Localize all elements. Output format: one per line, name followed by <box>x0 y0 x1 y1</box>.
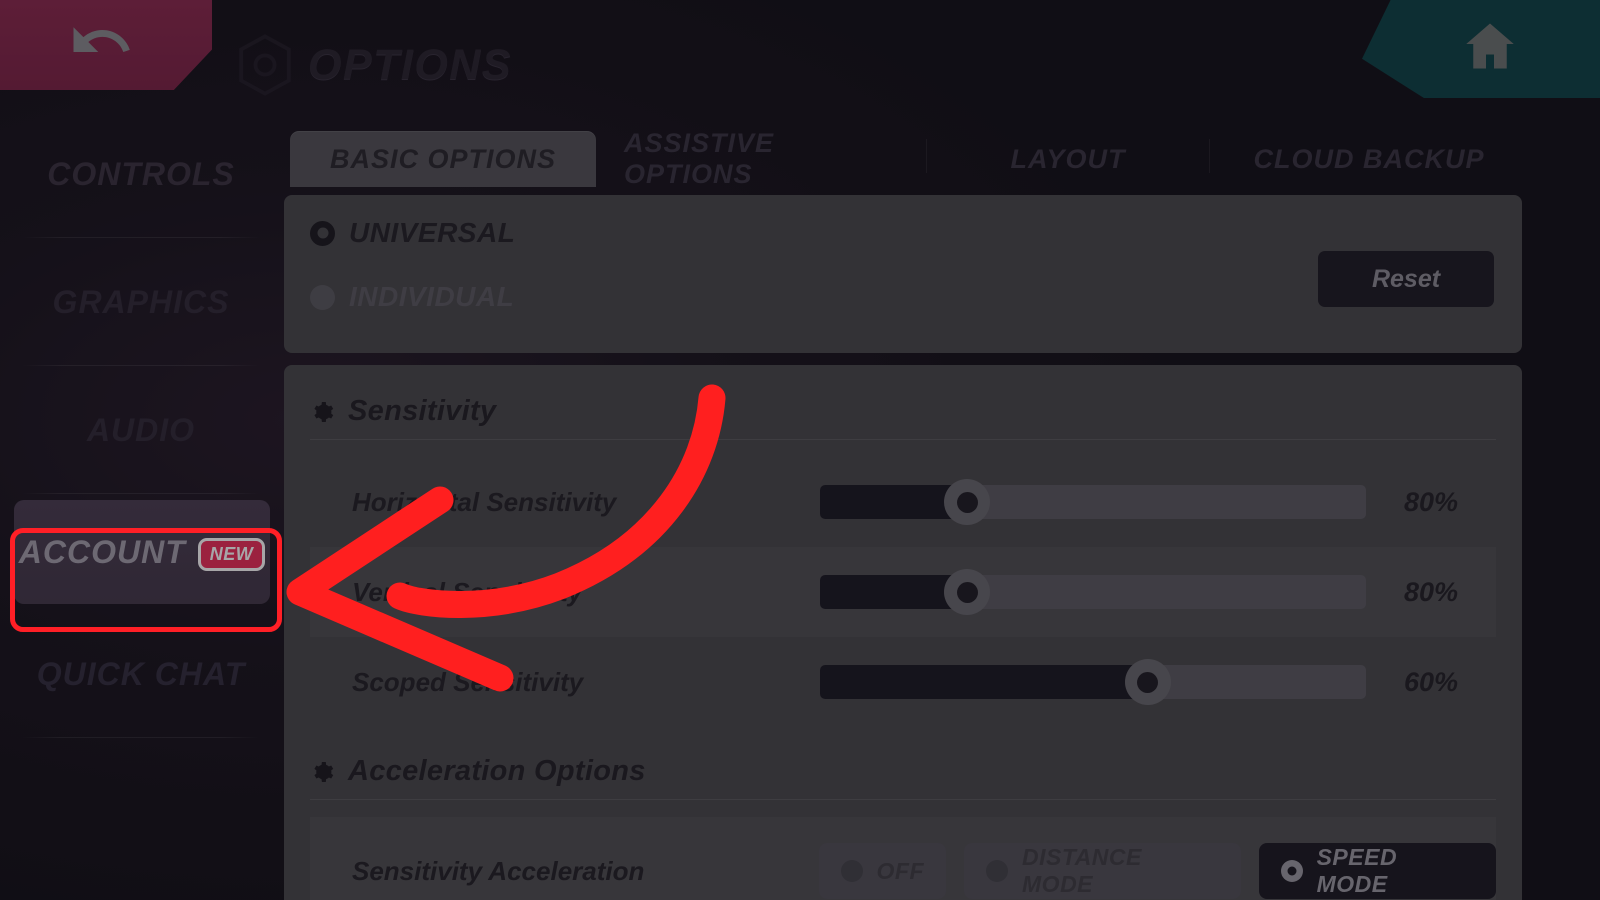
sensitivity-heading: Sensitivity <box>310 395 496 428</box>
horizontal-sensitivity-slider[interactable] <box>820 479 1366 525</box>
radio-label: INDIVIDUAL <box>349 281 515 312</box>
sensitivity-panel: Sensitivity Horizontal Sensitivity 80% V… <box>284 365 1522 900</box>
top-bar: OPTIONS <box>0 0 1600 100</box>
section-rule <box>310 799 1496 800</box>
slider-fill <box>820 485 962 519</box>
tab-label: LAYOUT <box>1010 143 1126 174</box>
sensitivity-mode-panel: UNIVERSAL INDIVIDUAL Reset <box>284 195 1522 353</box>
page-title: OPTIONS <box>308 40 513 89</box>
slider-fill <box>820 575 962 609</box>
acceleration-option-speed-mode[interactable]: SPEED MODE <box>1258 843 1496 899</box>
option-label: DISTANCE MODE <box>1022 844 1142 897</box>
acceleration-label: Sensitivity Acceleration <box>352 855 645 886</box>
section-rule <box>310 439 1496 440</box>
tab-bar: BASIC OPTIONS ASSISTIVE OPTIONS LAYOUT C… <box>290 125 1528 189</box>
game-options-screen: OPTIONS CONTROLS GRAPHICS AUDIO ACCOUNT … <box>0 0 1600 900</box>
slider-value: 80% <box>1404 576 1459 607</box>
hex-gear-icon <box>236 34 294 96</box>
reset-button[interactable]: Reset <box>1318 251 1494 307</box>
option-label: SPEED MODE <box>1316 844 1398 897</box>
radio-off-icon <box>986 860 1009 882</box>
slider-fill <box>820 665 1143 699</box>
slider-thumb[interactable] <box>944 479 991 525</box>
gear-icon <box>314 401 334 422</box>
new-badge: NEW <box>197 537 266 571</box>
slider-label: Horizontal Sensitivity <box>352 486 617 517</box>
slider-thumb[interactable] <box>944 569 991 615</box>
section-title: Acceleration Options <box>348 755 646 787</box>
acceleration-option-distance-mode[interactable]: DISTANCE MODE <box>964 843 1241 899</box>
tab-label: CLOUD BACKUP <box>1253 143 1485 174</box>
acceleration-option-off[interactable]: OFF <box>818 843 947 899</box>
sidebar-item-graphics[interactable]: GRAPHICS <box>0 238 282 366</box>
sidebar-item-label: GRAPHICS <box>52 283 230 320</box>
sidebar-item-label: AUDIO <box>86 411 196 448</box>
slider-label: Vertical Sensitivity <box>352 576 583 607</box>
acceleration-options: OFF DISTANCE MODE SPEED MODE <box>818 843 1496 899</box>
slider-value: 60% <box>1404 666 1459 697</box>
section-title: Sensitivity <box>348 395 497 427</box>
radio-on-icon <box>310 220 335 246</box>
acceleration-heading: Acceleration Options <box>310 755 646 788</box>
vertical-sensitivity-slider[interactable] <box>820 569 1366 615</box>
home-icon <box>1466 23 1514 69</box>
radio-label: UNIVERSAL <box>349 217 516 248</box>
slider-value: 80% <box>1404 486 1459 517</box>
slider-label: Scoped Sensitivity <box>352 666 584 697</box>
scoped-sensitivity-slider[interactable] <box>820 659 1366 705</box>
slider-row-scoped: Scoped Sensitivity 60% <box>310 637 1496 727</box>
slider-row-vertical: Vertical Sensitivity 80% <box>310 547 1496 637</box>
tab-cloud-backup[interactable]: CLOUD BACKUP <box>1210 131 1528 187</box>
sidebar-item-label: CONTROLS <box>47 155 235 192</box>
tab-label: BASIC OPTIONS <box>329 143 557 174</box>
radio-individual[interactable]: INDIVIDUAL <box>310 281 514 313</box>
tab-basic-options[interactable]: BASIC OPTIONS <box>290 131 596 187</box>
page-title-group: OPTIONS <box>236 34 512 96</box>
gear-icon <box>314 761 334 782</box>
options-content: BASIC OPTIONS ASSISTIVE OPTIONS LAYOUT C… <box>282 110 1600 900</box>
tab-assistive-options[interactable]: ASSISTIVE OPTIONS <box>596 128 926 189</box>
sidebar: CONTROLS GRAPHICS AUDIO ACCOUNT NEW QUIC… <box>0 110 282 900</box>
slider-thumb[interactable] <box>1124 659 1171 705</box>
radio-off-icon <box>840 860 863 882</box>
sidebar-item-audio[interactable]: AUDIO <box>0 366 282 494</box>
reset-label: Reset <box>1371 264 1441 293</box>
radio-universal[interactable]: UNIVERSAL <box>310 217 515 249</box>
tab-layout[interactable]: LAYOUT <box>927 131 1209 187</box>
back-button[interactable] <box>0 0 212 90</box>
slider-row-horizontal: Horizontal Sensitivity 80% <box>310 457 1496 547</box>
sidebar-item-quick-chat[interactable]: QUICK CHAT <box>0 610 282 738</box>
sidebar-item-label: QUICK CHAT <box>36 655 246 692</box>
home-button[interactable] <box>1362 0 1600 98</box>
acceleration-row: Sensitivity Acceleration OFF DISTANCE MO… <box>310 817 1496 900</box>
undo-arrow-icon <box>73 27 130 52</box>
sidebar-item-account[interactable]: ACCOUNT NEW <box>14 500 270 604</box>
sidebar-item-controls[interactable]: CONTROLS <box>0 110 282 238</box>
radio-on-icon <box>1280 860 1303 882</box>
sidebar-item-label: ACCOUNT <box>18 533 186 570</box>
radio-off-icon <box>310 284 335 310</box>
option-label: OFF <box>876 857 925 884</box>
tab-label: ASSISTIVE OPTIONS <box>624 128 775 189</box>
